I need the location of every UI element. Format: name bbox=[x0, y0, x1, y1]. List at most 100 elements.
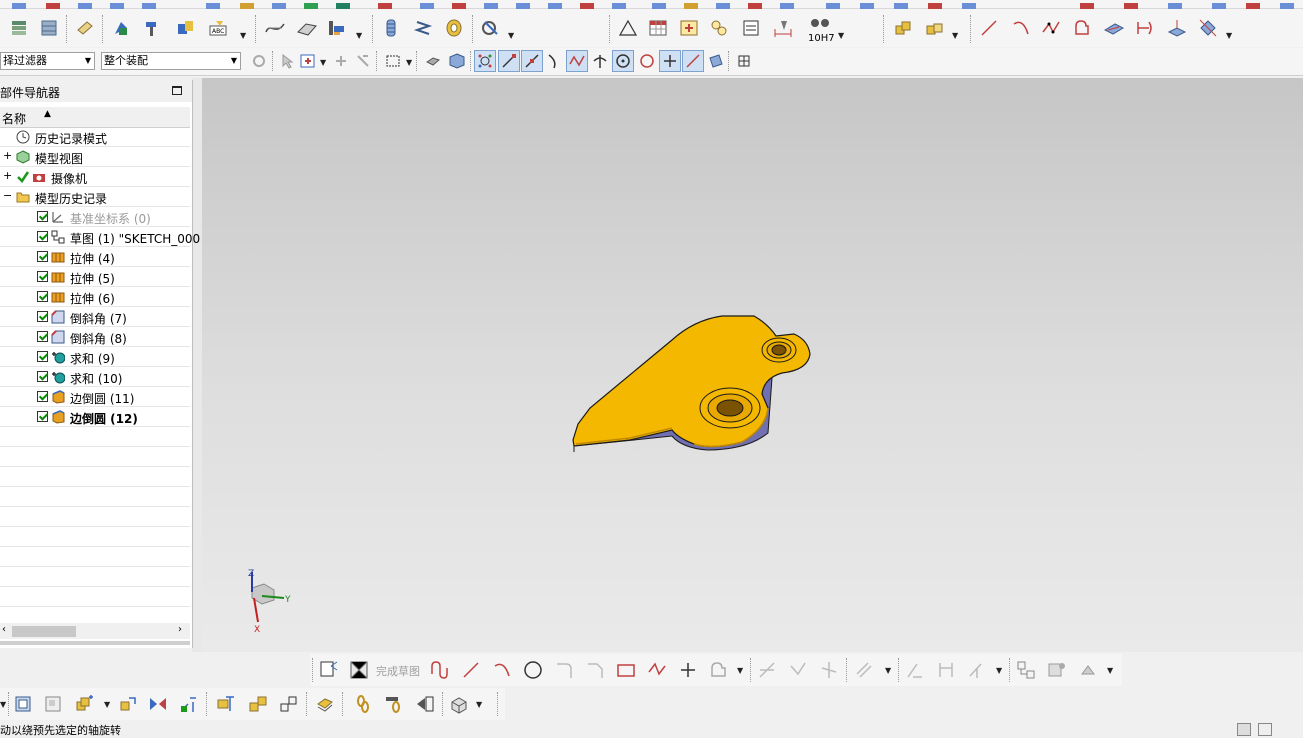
dropdown-arrow[interactable]: ▼ bbox=[1107, 666, 1113, 675]
profile-icon[interactable] bbox=[1071, 17, 1093, 39]
part-model[interactable] bbox=[202, 78, 1303, 652]
annotation-icon[interactable] bbox=[74, 17, 96, 39]
visibility-checkbox[interactable] bbox=[37, 411, 48, 422]
dropdown-arrow[interactable]: ▼ bbox=[952, 31, 958, 40]
offset-sketch-icon[interactable] bbox=[853, 659, 875, 681]
tree-node[interactable]: 倒斜角 (7) bbox=[0, 307, 190, 327]
wave-link-icon[interactable] bbox=[352, 693, 374, 715]
scroll-right-icon[interactable]: › bbox=[178, 624, 182, 635]
triangle-icon[interactable] bbox=[617, 17, 639, 39]
update-model-icon[interactable] bbox=[1077, 659, 1099, 681]
intersection-point-icon[interactable] bbox=[589, 50, 611, 72]
sketch-line-icon[interactable] bbox=[460, 659, 482, 681]
tree-node[interactable]: + 摄像机 bbox=[0, 167, 190, 187]
arc-center-icon[interactable] bbox=[612, 50, 634, 72]
rapid-dimension-icon[interactable] bbox=[935, 659, 957, 681]
move-component-2-icon[interactable] bbox=[116, 693, 138, 715]
dropdown-arrow[interactable]: ▼ bbox=[0, 700, 6, 709]
quadrant-point-icon[interactable] bbox=[636, 50, 658, 72]
expand-icon[interactable]: + bbox=[3, 149, 12, 162]
end-point-icon[interactable] bbox=[498, 50, 520, 72]
add-component-icon[interactable] bbox=[74, 693, 96, 715]
solid-body-icon[interactable] bbox=[422, 50, 444, 72]
sketch-point-icon[interactable] bbox=[677, 659, 699, 681]
curve-on-face-icon[interactable] bbox=[1103, 17, 1125, 39]
assembly-group-icon[interactable] bbox=[247, 693, 269, 715]
dropdown-arrow[interactable]: ▼ bbox=[996, 666, 1002, 675]
finish-sketch-label[interactable]: 完成草图 bbox=[376, 663, 420, 679]
dropdown-arrow[interactable]: ▼ bbox=[320, 58, 326, 67]
visibility-checkbox[interactable] bbox=[37, 211, 48, 222]
tolerance-fit-icon[interactable]: 10H7 bbox=[806, 15, 836, 45]
offset-curve-icon[interactable] bbox=[1197, 17, 1219, 39]
dropdown-arrow[interactable]: ▼ bbox=[240, 31, 246, 40]
sketch-chamfer-icon[interactable] bbox=[584, 659, 606, 681]
select-box-icon[interactable] bbox=[297, 50, 319, 72]
assembly-constraint-icon[interactable] bbox=[174, 17, 196, 39]
visibility-checkbox[interactable] bbox=[37, 251, 48, 262]
dropdown-arrow[interactable]: ▼ bbox=[1226, 31, 1232, 40]
graphics-viewport[interactable]: Z Y X bbox=[202, 78, 1303, 652]
scope-select[interactable]: 整个装配 ▼ bbox=[101, 52, 241, 70]
tree-node[interactable]: 边倒圆 (12) bbox=[0, 407, 190, 427]
dropdown-arrow[interactable]: ▼ bbox=[737, 666, 743, 675]
table-add-icon[interactable] bbox=[678, 17, 700, 39]
cube-icon[interactable] bbox=[446, 50, 468, 72]
scroll-left-icon[interactable]: ‹ bbox=[2, 624, 6, 635]
maximize-icon[interactable] bbox=[172, 86, 182, 95]
snap-2-icon[interactable] bbox=[352, 50, 374, 72]
visibility-checkbox[interactable] bbox=[37, 231, 48, 242]
table-icon[interactable] bbox=[647, 17, 669, 39]
filter-settings-icon[interactable] bbox=[248, 50, 270, 72]
profile-sketch-icon[interactable] bbox=[428, 659, 450, 681]
project-curve-icon[interactable] bbox=[1166, 17, 1188, 39]
tree-node[interactable]: 求和 (9) bbox=[0, 347, 190, 367]
scrollbar-thumb[interactable] bbox=[12, 626, 76, 637]
weld-icon[interactable] bbox=[480, 17, 502, 39]
sketch-circle-icon[interactable] bbox=[522, 659, 544, 681]
visibility-checkbox[interactable] bbox=[37, 351, 48, 362]
visibility-checkbox[interactable] bbox=[37, 391, 48, 402]
geometric-constraint-icon[interactable] bbox=[966, 659, 988, 681]
collapse-icon[interactable]: − bbox=[3, 189, 12, 202]
assembly-cut-icon[interactable] bbox=[314, 693, 336, 715]
sketch-polygon-icon[interactable] bbox=[646, 659, 668, 681]
text-label-icon[interactable]: ABC bbox=[207, 17, 229, 39]
spring-icon[interactable] bbox=[380, 17, 402, 39]
tree-node[interactable]: + 模型视图 bbox=[0, 147, 190, 167]
point-on-curve-icon[interactable] bbox=[682, 50, 704, 72]
clearance-analysis-icon[interactable] bbox=[448, 693, 470, 715]
visibility-checkbox[interactable] bbox=[37, 271, 48, 282]
tree-node[interactable]: 边倒圆 (11) bbox=[0, 387, 190, 407]
curve-on-surface-icon[interactable] bbox=[264, 17, 286, 39]
coil-spring-icon[interactable] bbox=[412, 17, 434, 39]
dimension-group-icon[interactable] bbox=[326, 17, 348, 39]
layer-settings-icon[interactable] bbox=[8, 17, 30, 39]
interpart-link-icon[interactable] bbox=[414, 693, 436, 715]
column-header[interactable]: 名称 ▲ bbox=[0, 107, 190, 128]
sketch-mode-icon[interactable] bbox=[318, 659, 340, 681]
intersection-curve-icon[interactable] bbox=[1134, 17, 1156, 39]
type-filter-select[interactable]: 择过滤器 ▼ bbox=[0, 52, 95, 70]
tree-node[interactable]: 草图 (1) "SKETCH_000 bbox=[0, 227, 200, 247]
visibility-checkbox[interactable] bbox=[37, 311, 48, 322]
spline-points-icon[interactable] bbox=[1040, 17, 1062, 39]
quick-trim-icon[interactable] bbox=[756, 659, 778, 681]
component-icon[interactable] bbox=[42, 693, 64, 715]
assembly-navigator-icon[interactable] bbox=[12, 693, 34, 715]
line-icon[interactable] bbox=[978, 17, 1000, 39]
tree-node[interactable]: 求和 (10) bbox=[0, 367, 190, 387]
tree-node[interactable]: 拉伸 (5) bbox=[0, 267, 190, 287]
surface-icon[interactable] bbox=[296, 17, 318, 39]
sort-ascending-icon[interactable]: ▲ bbox=[44, 109, 51, 119]
dropdown-arrow[interactable]: ▼ bbox=[476, 700, 482, 709]
note-icon[interactable] bbox=[740, 17, 762, 39]
dropdown-arrow[interactable]: ▼ bbox=[885, 666, 891, 675]
mirror-assembly-icon[interactable] bbox=[147, 693, 169, 715]
tree-node[interactable]: 基准坐标系 (0) bbox=[0, 207, 190, 227]
relations-browser-icon[interactable] bbox=[1046, 659, 1068, 681]
finish-sketch-icon[interactable] bbox=[348, 659, 370, 681]
tree-node[interactable]: − 模型历史记录 bbox=[0, 187, 190, 207]
grid-icon[interactable] bbox=[733, 50, 755, 72]
visibility-checkbox[interactable] bbox=[37, 291, 48, 302]
